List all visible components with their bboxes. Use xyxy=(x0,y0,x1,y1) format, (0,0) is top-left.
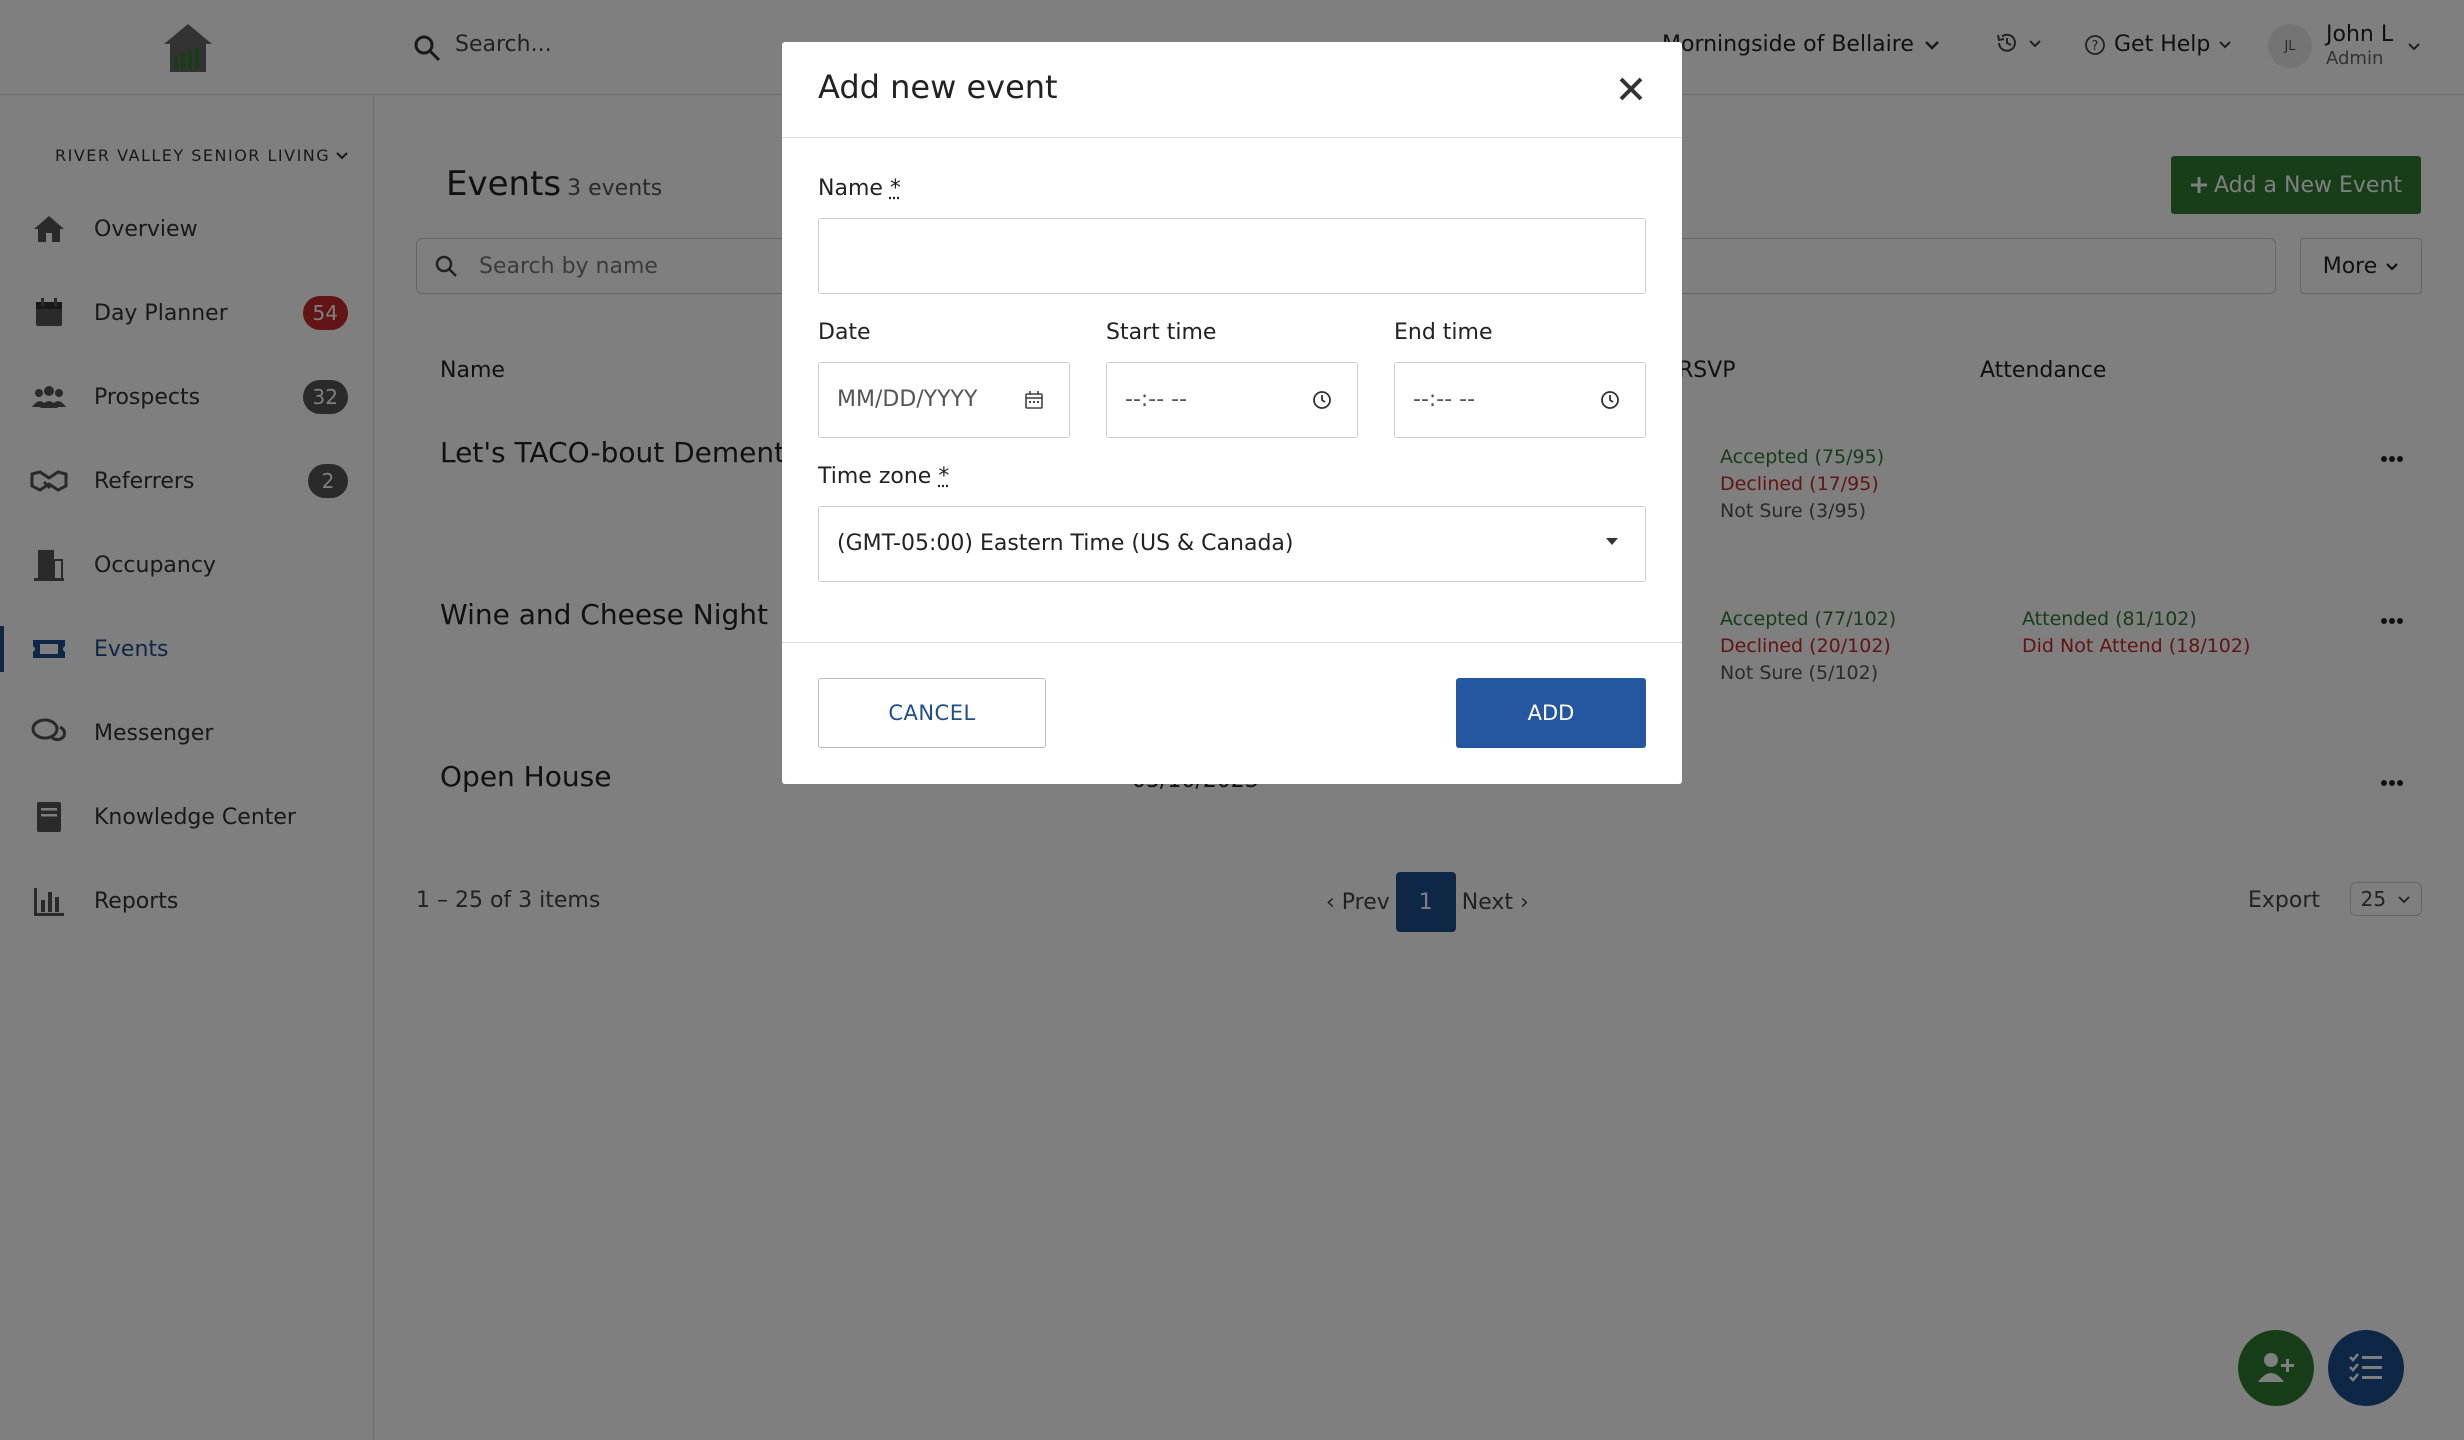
close-icon[interactable] xyxy=(1614,72,1648,106)
name-label-text: Name xyxy=(818,176,883,201)
start-time-input[interactable]: --:-- -- xyxy=(1106,362,1358,438)
time-zone-select[interactable]: (GMT-05:00) Eastern Time (US & Canada) xyxy=(818,506,1646,582)
calendar-icon[interactable] xyxy=(1023,389,1045,411)
end-time-placeholder: --:-- -- xyxy=(1413,387,1476,412)
caret-down-icon xyxy=(1606,538,1618,545)
add-button[interactable]: ADD xyxy=(1456,678,1646,748)
end-time-input[interactable]: --:-- -- xyxy=(1394,362,1646,438)
cancel-button[interactable]: CANCEL xyxy=(818,678,1046,748)
event-name-input[interactable] xyxy=(818,218,1646,294)
date-placeholder: MM/DD/YYYY xyxy=(837,387,978,412)
time-zone-value: (GMT-05:00) Eastern Time (US & Canada) xyxy=(837,531,1294,556)
start-time-placeholder: --:-- -- xyxy=(1125,387,1188,412)
date-input[interactable]: MM/DD/YYYY xyxy=(818,362,1070,438)
clock-icon[interactable] xyxy=(1311,389,1333,411)
required-mark: * xyxy=(938,464,950,489)
time-zone-label-text: Time zone xyxy=(818,464,932,489)
name-label: Name * xyxy=(818,176,901,201)
add-event-modal: Add new event Name * Date MM/DD/YYYY Sta… xyxy=(782,42,1682,784)
end-time-label: End time xyxy=(1394,320,1493,345)
modal-divider xyxy=(782,642,1682,643)
time-zone-label: Time zone * xyxy=(818,464,949,489)
modal-header: Add new event xyxy=(782,42,1682,138)
modal-title: Add new event xyxy=(818,68,1058,106)
required-mark: * xyxy=(889,176,901,201)
start-time-label: Start time xyxy=(1106,320,1217,345)
date-label: Date xyxy=(818,320,871,345)
clock-icon[interactable] xyxy=(1599,389,1621,411)
